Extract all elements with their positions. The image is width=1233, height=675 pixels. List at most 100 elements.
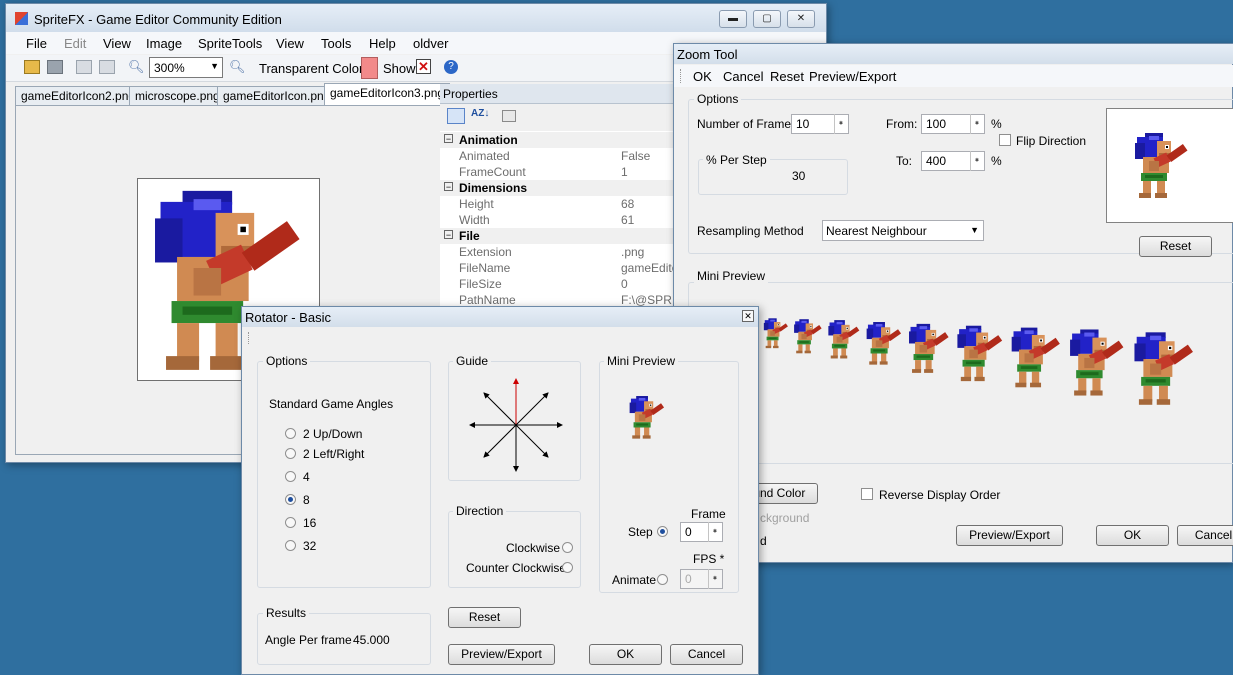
zoom-preview-export-button[interactable]: Preview/Export bbox=[956, 525, 1063, 546]
menu-oldver[interactable]: oldver bbox=[413, 36, 448, 51]
from-input[interactable]: 100 bbox=[921, 114, 985, 134]
property-row[interactable]: Extension .png bbox=[440, 244, 680, 260]
angle-label: 4 bbox=[303, 470, 310, 484]
copy-icon[interactable] bbox=[76, 60, 92, 74]
reverse-order-checkbox[interactable] bbox=[861, 488, 873, 500]
zoom-ok-button[interactable]: OK bbox=[1096, 525, 1169, 546]
step-spinner[interactable] bbox=[708, 522, 722, 542]
property-value: .png bbox=[621, 245, 645, 259]
tab-gameeditoricon[interactable]: gameEditorIcon.png bbox=[217, 86, 337, 106]
flip-direction-checkbox[interactable] bbox=[999, 134, 1011, 146]
zoom-menu-reset[interactable]: Reset bbox=[770, 69, 804, 84]
angle-radio-2-leftright[interactable] bbox=[285, 448, 296, 459]
animate-spinner[interactable] bbox=[708, 569, 722, 589]
step-radio[interactable] bbox=[657, 526, 668, 537]
zoom-menu-ok[interactable]: OK bbox=[693, 69, 712, 84]
rotator-ok-button[interactable]: OK bbox=[589, 644, 662, 665]
zoom-menu-preview-export[interactable]: Preview/Export bbox=[809, 69, 896, 84]
sort-alpha-icon[interactable]: AZ↓ bbox=[471, 108, 489, 119]
main-titlebar[interactable]: SpriteFX - Game Editor Community Edition… bbox=[6, 4, 826, 34]
angle-label: 2 Left/Right bbox=[303, 447, 365, 461]
category-label: Animation bbox=[459, 133, 518, 147]
resampling-select[interactable]: Nearest Neighbour ▼ bbox=[822, 220, 984, 241]
preview-frame bbox=[1130, 308, 1198, 428]
menu-spritetools[interactable]: SpriteTools bbox=[198, 36, 262, 51]
property-key: Height bbox=[459, 197, 494, 211]
collapse-icon[interactable]: − bbox=[444, 182, 453, 192]
rotator-reset-button[interactable]: Reset bbox=[448, 607, 521, 628]
animate-input[interactable]: 0 bbox=[680, 569, 723, 589]
help-icon[interactable]: ? bbox=[444, 60, 458, 74]
menu-tools[interactable]: Tools bbox=[321, 36, 351, 51]
zoom-in-icon[interactable]: 🔍︎ bbox=[229, 59, 246, 75]
from-percent-label: % bbox=[991, 117, 1002, 131]
category-animation[interactable]: − Animation bbox=[440, 132, 680, 148]
rotator-title: Rotator - Basic bbox=[245, 310, 331, 325]
collapse-icon[interactable]: − bbox=[444, 230, 453, 240]
animate-radio[interactable] bbox=[657, 574, 668, 585]
category-file[interactable]: − File bbox=[440, 228, 680, 244]
angle-radio-16[interactable] bbox=[285, 517, 296, 528]
property-key: FileName bbox=[459, 261, 511, 275]
property-row[interactable]: Height 68 bbox=[440, 196, 680, 212]
property-row[interactable]: FileSize 0 bbox=[440, 276, 680, 292]
tab-gameeditoricon2[interactable]: gameEditorIcon2.png bbox=[15, 86, 142, 106]
tab-gameeditoricon3[interactable]: gameEditorIcon3.png bbox=[324, 83, 451, 106]
maximize-button[interactable]: ▢ bbox=[753, 10, 781, 28]
rotator-cancel-button[interactable]: Cancel bbox=[670, 644, 743, 665]
per-step-value: 30 bbox=[792, 169, 806, 183]
zoom-out-icon[interactable]: 🔍︎ bbox=[128, 59, 145, 75]
results-label: Results bbox=[263, 606, 310, 620]
property-key: FrameCount bbox=[459, 165, 526, 179]
menu-view[interactable]: View bbox=[103, 36, 131, 51]
to-input[interactable]: 400 bbox=[921, 151, 985, 171]
menu-edit[interactable]: Edit bbox=[64, 36, 86, 51]
angle-radio-2-updown[interactable] bbox=[285, 428, 296, 439]
zoom-reset-button[interactable]: Reset bbox=[1139, 236, 1212, 257]
property-value: 61 bbox=[621, 213, 635, 227]
paste-icon[interactable] bbox=[99, 60, 115, 74]
menu-file[interactable]: File bbox=[26, 36, 47, 51]
chevron-down-icon: ▼ bbox=[210, 61, 219, 71]
zoom-select[interactable]: 300% ▼ bbox=[149, 57, 223, 78]
rotator-preview-export-button[interactable]: Preview/Export bbox=[448, 644, 555, 665]
menu-view-2[interactable]: View bbox=[276, 36, 304, 51]
zoom-titlebar[interactable]: Zoom Tool bbox=[674, 44, 1233, 64]
counter-clockwise-radio[interactable] bbox=[562, 562, 573, 573]
save-icon[interactable] bbox=[47, 60, 63, 74]
to-spinner[interactable] bbox=[970, 151, 984, 171]
menu-help[interactable]: Help bbox=[369, 36, 396, 51]
zoom-menu-cancel[interactable]: Cancel bbox=[723, 69, 763, 84]
frames-spinner[interactable] bbox=[834, 114, 848, 134]
minimize-button[interactable]: ▬ bbox=[719, 10, 747, 28]
transparent-color-swatch[interactable] bbox=[361, 57, 378, 79]
property-row[interactable]: FrameCount 1 bbox=[440, 164, 680, 180]
preview-frame bbox=[906, 308, 952, 388]
to-percent-label: % bbox=[991, 154, 1002, 168]
tab-microscope[interactable]: microscope.png bbox=[129, 86, 226, 106]
step-input[interactable]: 0 bbox=[680, 522, 723, 542]
angle-radio-8[interactable] bbox=[285, 494, 296, 505]
property-value: 1 bbox=[621, 165, 628, 179]
angle-radio-4[interactable] bbox=[285, 471, 296, 482]
from-spinner[interactable] bbox=[970, 114, 984, 134]
transparent-color-label: Transparent Color bbox=[259, 61, 364, 76]
property-row[interactable]: Animated False bbox=[440, 148, 680, 164]
menu-image[interactable]: Image bbox=[146, 36, 182, 51]
rotator-titlebar[interactable]: Rotator - Basic ✕ bbox=[242, 307, 758, 327]
clockwise-radio[interactable] bbox=[562, 542, 573, 553]
property-row[interactable]: FileName gameEdito bbox=[440, 260, 680, 276]
rotator-close-icon[interactable]: ✕ bbox=[742, 310, 754, 322]
property-pages-icon[interactable] bbox=[502, 110, 516, 122]
categorized-icon[interactable] bbox=[447, 108, 465, 124]
collapse-icon[interactable]: − bbox=[444, 134, 453, 144]
zoom-cancel-button[interactable]: Cancel bbox=[1177, 525, 1233, 546]
show-toggle-icon[interactable]: ✕ bbox=[416, 59, 431, 74]
property-row[interactable]: Width 61 bbox=[440, 212, 680, 228]
category-dimensions[interactable]: − Dimensions bbox=[440, 180, 680, 196]
rotator-options-label: Options bbox=[263, 354, 311, 368]
open-folder-icon[interactable] bbox=[24, 60, 40, 74]
angle-radio-32[interactable] bbox=[285, 540, 296, 551]
close-button[interactable]: ✕ bbox=[787, 10, 815, 28]
frames-input[interactable]: 10 bbox=[791, 114, 849, 134]
